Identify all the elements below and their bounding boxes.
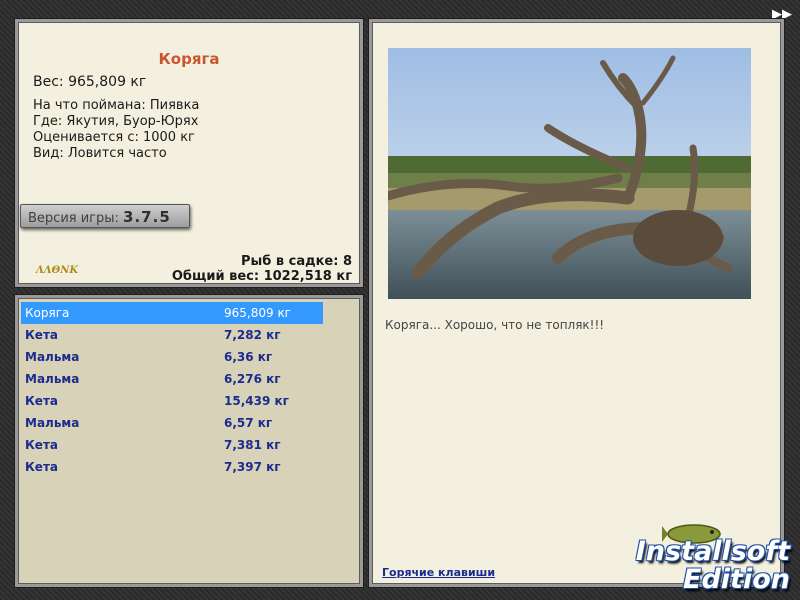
catch-list-item[interactable]: Коряга 965,809 кг [21,302,323,324]
catch-item-weight: 7,381 кг [224,438,281,452]
catch-list-panel: Коряга 965,809 кг Кета 7,282 кг Мальма 6,36 к… [15,295,363,587]
catch-list-item[interactable]: Мальма 6,276 кг [21,368,323,390]
catch-item-name: Мальма [25,350,80,364]
catch-item-name: Мальма [25,416,80,430]
catch-list-item[interactable]: Кета 7,397 кг [21,456,323,478]
installsoft-logo: Installsoft Edition [636,520,798,598]
catch-item-weight: 6,57 кг [224,416,273,430]
fish-price: Оценивается с: 1000 кг [33,130,195,145]
catch-item-weight: 15,439 кг [224,394,289,408]
hotkeys-link[interactable]: Горячие клавиши [382,566,495,579]
fish-details: На что поймана: Пиявка Где: Якутия, Буор… [33,98,199,162]
fish-kind: Вид: Ловится часто [33,146,167,161]
catch-list-item[interactable]: Кета 15,439 кг [21,390,323,412]
fish-bait: На что поймана: Пиявка [33,98,200,113]
catch-list-item[interactable]: Кета 7,282 кг [21,324,323,346]
catch-item-weight: 6,36 кг [224,350,273,364]
catch-item-name: Кета [25,460,58,474]
fish-name: Коряга [158,50,220,68]
catch-list-item[interactable]: Кета 7,381 кг [21,434,323,456]
catch-item-weight: 7,397 кг [224,460,281,474]
catch-item-name: Кета [25,438,58,452]
catch-item-weight: 6,276 кг [224,372,281,386]
fish-photo-panel: Коряга... Хорошо, что не топляк!!! Горяч… [369,19,784,587]
small-logo: ΛΛΘΝΚ [36,265,79,276]
catch-item-weight: 965,809 кг [224,306,291,320]
keepnet-total-weight: Общий вес: 1022,518 кг [171,269,352,284]
catch-item-name: Кета [25,394,58,408]
keepnet-count: Рыб в садке: 8 [240,254,352,269]
catch-item-name: Кета [25,328,58,342]
catch-item-name: Коряга [25,306,70,320]
catch-item-weight: 7,282 кг [224,328,281,342]
catch-list: Коряга 965,809 кг Кета 7,282 кг Мальма 6,36 к… [21,302,323,478]
catch-list-item[interactable]: Мальма 6,57 кг [21,412,323,434]
version-number: 3.7.5 [123,208,171,226]
catch-list-item[interactable]: Мальма 6,36 кг [21,346,323,368]
fish-photo [388,48,751,299]
brand-line-1: Installsoft [635,536,790,567]
version-badge: Версия игры: 3.7.5 [20,204,190,228]
fish-weight: Вес: 965,809 кг [33,74,147,90]
fish-comment: Коряга... Хорошо, что не топляк!!! [385,318,605,332]
version-label: Версия игры: [28,211,119,226]
driftwood-photo [388,48,751,299]
catch-item-name: Мальма [25,372,80,386]
brand-line-2: Edition [683,564,790,595]
keepnet-stats: Рыб в садке: 8 Общий вес: 1022,518 кг [172,254,352,284]
fish-info-panel: Коряга Вес: 965,809 кг На что поймана: П… [15,19,363,287]
fish-location: Где: Якутия, Буор-Юрях [33,114,199,129]
